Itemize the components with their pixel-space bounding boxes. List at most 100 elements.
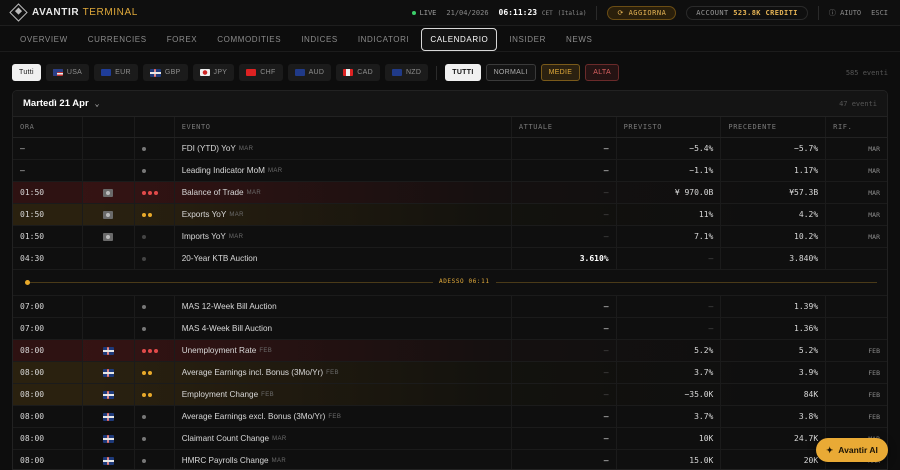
event-actual: – (512, 296, 617, 317)
now-marker: ADESSO 06:11 (13, 270, 887, 296)
table-row[interactable]: 08:00 Average Earnings incl. Bonus (3Mo/Y… (13, 362, 887, 384)
uk-flag-icon (102, 346, 114, 355)
event-forecast: 3.7% (617, 406, 722, 427)
impact-filter-normal[interactable]: NORMALI (485, 64, 536, 81)
table-row[interactable]: 08:00 Employment Change FEB – −35.0K 84K FEB (13, 384, 887, 406)
exit-link[interactable]: ESCI (871, 9, 888, 17)
event-title[interactable]: Average Earnings incl. Bonus (3Mo/Yr) FEB (175, 362, 512, 383)
tab-calendario[interactable]: CALENDARIO (421, 27, 498, 51)
event-ref: MAR (868, 144, 881, 153)
event-country (83, 248, 135, 269)
currency-filter-nzd[interactable]: NZD (384, 64, 429, 81)
tab-currencies[interactable]: CURRENCIES (80, 29, 155, 50)
event-title[interactable]: 20-Year KTB Auction (175, 248, 512, 269)
event-forecast: ¥ 970.0B (617, 182, 722, 203)
impact-filter-high[interactable]: ALTA (585, 64, 619, 81)
currency-filter-jpy[interactable]: JPY (192, 64, 235, 81)
impact-dots-icon (141, 304, 146, 309)
ai-assistant-button[interactable]: ✦ Avantir AI (816, 438, 888, 462)
event-title[interactable]: Balance of Trade MAR (175, 182, 512, 203)
event-previous: 1.17% (721, 160, 827, 181)
impact-filter-all[interactable]: TUTTI (445, 64, 481, 81)
table-row[interactable]: 08:00 Unemployment Rate FEB –5.2% 5.2% FEB (13, 340, 887, 362)
event-ref: MAR (868, 188, 881, 197)
event-country (83, 340, 135, 361)
refresh-icon: ⟳ (617, 8, 624, 17)
event-actual: – (512, 138, 617, 159)
currency-filter-usa[interactable]: USA (45, 64, 90, 81)
tab-news[interactable]: NEWS (558, 29, 600, 50)
tab-indicatori[interactable]: INDICATORI (350, 29, 417, 50)
currency-filter-chf[interactable]: CHF (239, 64, 283, 81)
table-row[interactable]: 08:00 Average Earnings excl. Bonus (3Mo/Y… (13, 406, 887, 428)
logo[interactable]: AVANTIR TERMINAL (9, 3, 138, 22)
table-row[interactable]: 07:00 MAS 4-Week Bill Auction – –1.36% (13, 318, 887, 340)
event-impact (135, 248, 175, 269)
col-evento[interactable]: EVENTO (175, 117, 512, 137)
impact-dots-icon (141, 392, 152, 397)
filter-bar: Tutti USA EUR GBP JPY CHF AUD CAD NZD TU… (12, 64, 619, 81)
col-previsto[interactable]: PREVISTO (617, 117, 722, 137)
table-row[interactable]: 07:00 MAS 12-Week Bill Auction – –1.39% (13, 296, 887, 318)
au-flag-icon (294, 69, 305, 76)
currency-filter-gbp[interactable]: GBP (142, 64, 188, 81)
event-title[interactable]: MAS 4-Week Bill Auction (175, 318, 512, 339)
event-title[interactable]: Claimant Count Change MAR (175, 428, 512, 449)
impact-filter-medium[interactable]: MEDIE (540, 64, 581, 81)
col-rif[interactable]: RIF. (826, 117, 887, 137)
event-name: Exports YoY (181, 210, 227, 219)
impact-dots-icon (141, 212, 152, 217)
table-row[interactable]: 01:50 Imports YoY MAR –7.1% 10.2% MAR (13, 226, 887, 248)
day-event-count: 47 eventi (839, 99, 877, 108)
table-row[interactable]: 08:00 Claimant Count ChangeMAR–10K24.7K MA… (13, 428, 887, 450)
event-forecast: −5.4% (617, 138, 722, 159)
event-title[interactable]: HMRC Payrolls Change MAR (175, 450, 512, 469)
top-bar: AVANTIR TERMINAL LIVE 21/04/2026 06:11:2… (0, 0, 900, 26)
event-actual: – (512, 226, 617, 247)
table-row[interactable]: 04:30 20-Year KTB Auction 3.610% –3.840% (13, 248, 887, 270)
event-period: FEB (326, 369, 339, 376)
event-title[interactable]: Employment Change FEB (175, 384, 512, 405)
tab-overview[interactable]: OVERVIEW (12, 29, 76, 50)
col-attuale[interactable]: ATTUALE (512, 117, 617, 137)
chevron-down-icon[interactable]: ⌄ (95, 99, 100, 108)
event-title[interactable]: Average Earnings excl. Bonus (3Mo/Yr) FEB (175, 406, 512, 427)
event-previous: 3.840% (721, 248, 827, 269)
event-previous: 1.39% (721, 296, 827, 317)
event-title[interactable]: MAS 12-Week Bill Auction (175, 296, 512, 317)
currency-filter-eur[interactable]: EUR (94, 64, 138, 81)
account-badge[interactable]: ACCOUNT 523.8K CREDITI (686, 5, 808, 20)
tab-forex[interactable]: FOREX (159, 29, 206, 50)
event-title[interactable]: Leading Indicator MoM MAR (175, 160, 512, 181)
ch-flag-icon (246, 69, 257, 76)
currency-filter-aud[interactable]: AUD (287, 64, 332, 81)
col-impact (135, 117, 175, 137)
table-row[interactable]: – FDI (YTD) YoY MAR – −5.4% −5.7% MAR (13, 138, 887, 160)
table-row[interactable]: 01:50 Balance of Trade MAR – ¥ 970.0B ¥57.3B M… (13, 182, 887, 204)
event-ref: FEB (868, 412, 881, 421)
col-precedente[interactable]: PRECEDENTE (721, 117, 827, 137)
currency-filter-cad[interactable]: CAD (336, 64, 380, 81)
event-ref (826, 318, 887, 339)
event-title[interactable]: Imports YoY MAR (175, 226, 512, 247)
tab-indices[interactable]: INDICES (293, 29, 346, 50)
event-title[interactable]: Unemployment Rate FEB (175, 340, 512, 361)
currency-filter-all[interactable]: Tutti (12, 64, 41, 81)
table-row[interactable]: 01:50 Exports YoY MAR –11% 4.2% MAR (13, 204, 887, 226)
event-country (83, 160, 135, 181)
tab-insider[interactable]: INSIDER (501, 29, 554, 50)
event-forecast: 10K (617, 428, 722, 449)
event-list-past: – FDI (YTD) YoY MAR – −5.4% −5.7% MAR – Leading … (13, 138, 887, 270)
event-previous: 3.8% (721, 406, 827, 427)
event-title[interactable]: Exports YoY MAR (175, 204, 512, 225)
day-header[interactable]: Martedì 21 Apr ⌄ 47 eventi (13, 91, 887, 117)
col-ora[interactable]: ORA (13, 117, 83, 137)
impact-dots-icon (141, 146, 146, 151)
tab-commodities[interactable]: COMMODITIES (209, 29, 289, 50)
table-row[interactable]: 08:00 HMRC Payrolls ChangeMAR–15.0K20K MAR (13, 450, 887, 469)
help-link[interactable]: ⓘ AIUTO (829, 8, 861, 18)
impact-dots-icon (141, 414, 146, 419)
refresh-button[interactable]: ⟳ AGGIORNA (607, 5, 677, 20)
event-title[interactable]: FDI (YTD) YoY MAR (175, 138, 512, 159)
table-row[interactable]: – Leading Indicator MoM MAR – −1.1% 1.17% MAR (13, 160, 887, 182)
